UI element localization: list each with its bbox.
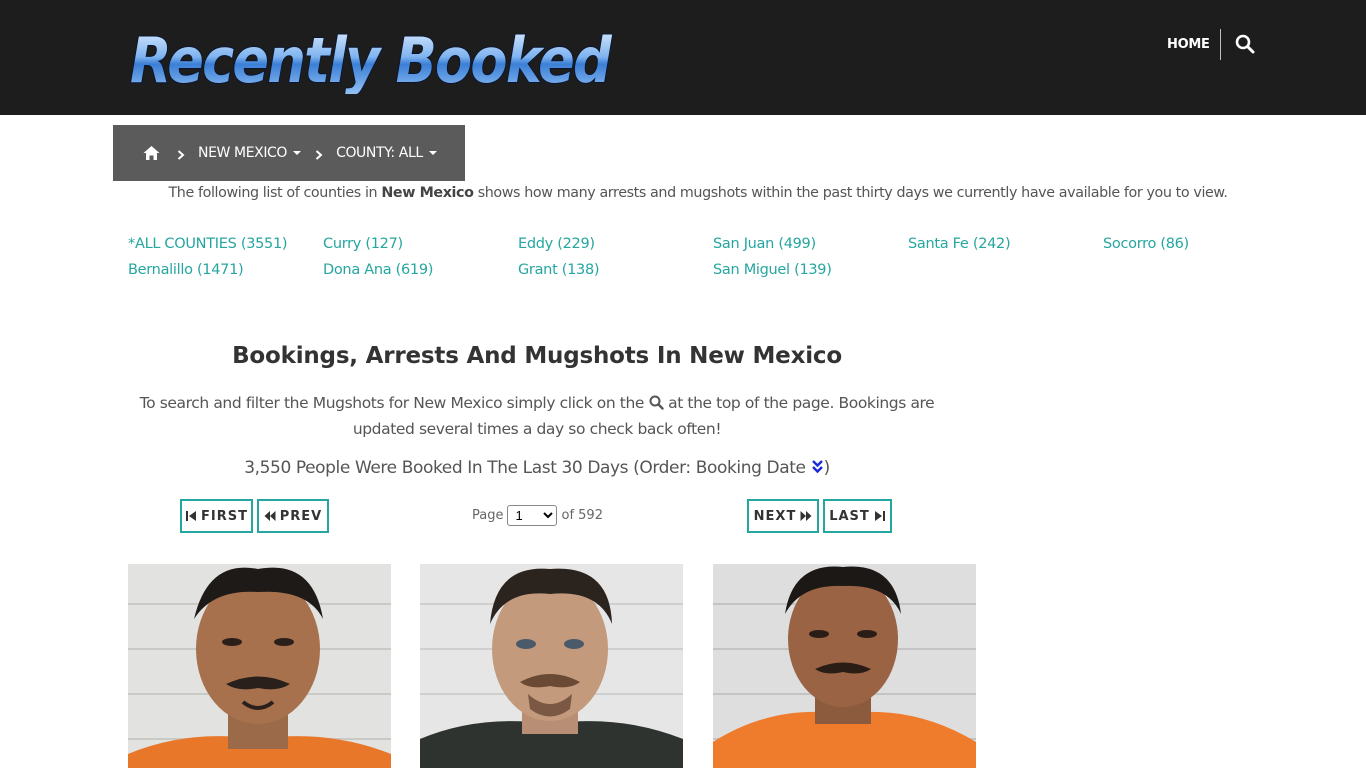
caret-down-icon [293, 151, 302, 155]
search-instructions: To search and filter the Mugshots for Ne… [128, 390, 946, 442]
caret-down-icon [428, 151, 437, 155]
mugshot-card[interactable] [128, 564, 391, 768]
county-link-eddy[interactable]: Eddy (229) [518, 236, 595, 252]
next-label: NEXT [753, 508, 797, 524]
county-link-santa-fe[interactable]: Santa Fe (242) [908, 236, 1011, 252]
search-icon[interactable] [649, 392, 664, 410]
page-total: of 592 [561, 508, 603, 523]
site-header: Recently Booked HOME [0, 0, 1366, 115]
desc-before: To search and filter the Mugshots for Ne… [139, 394, 649, 412]
nav-home-link[interactable]: HOME [1167, 37, 1210, 52]
breadcrumb-county-label: COUNTY: ALL [336, 145, 423, 161]
breadcrumb: NEW MEXICO COUNTY: ALL [113, 125, 465, 181]
county-link-all[interactable]: *ALL COUNTIES (3551) [128, 236, 288, 252]
mugshot-image [128, 564, 391, 768]
page-title: Bookings, Arrests And Mugshots In New Me… [232, 343, 842, 369]
breadcrumb-state-dropdown[interactable]: NEW MEXICO [198, 145, 302, 161]
intro-state: New Mexico [381, 185, 474, 201]
mugshot-image [713, 564, 976, 768]
double-chevron-down-icon[interactable] [811, 459, 824, 474]
last-label: LAST [829, 508, 870, 524]
breadcrumb-state-label: NEW MEXICO [198, 145, 288, 161]
chevron-right-icon [177, 148, 185, 160]
step-backward-icon [186, 511, 197, 521]
booking-count-close: ) [823, 458, 831, 478]
county-link-bernalillo[interactable]: Bernalillo (1471) [128, 262, 244, 278]
intro-prefix: The following list of counties in [168, 185, 382, 201]
county-link-grant[interactable]: Grant (138) [518, 262, 600, 278]
logo-text: Recently Booked [130, 24, 612, 94]
booking-count-text: 3,550 People Were Booked In The Last 30 … [244, 458, 811, 478]
intro-suffix: shows how many arrests and mugshots with… [473, 185, 1228, 201]
prev-label: PREV [279, 508, 323, 524]
page-label: Page [472, 508, 504, 523]
booking-count: 3,550 People Were Booked In The Last 30 … [128, 458, 946, 478]
page-selector: Page 1 of 592 [472, 505, 603, 526]
backward-icon [264, 511, 276, 521]
search-icon[interactable] [1235, 34, 1255, 54]
mugshot-card[interactable] [713, 564, 976, 768]
mugshot-card[interactable] [420, 564, 683, 768]
nav-divider [1220, 29, 1221, 60]
intro-text: The following list of counties in New Me… [113, 185, 1283, 201]
forward-icon [800, 511, 812, 521]
next-page-button[interactable]: NEXT [747, 499, 819, 533]
prev-page-button[interactable]: PREV [257, 499, 329, 533]
first-label: FIRST [201, 508, 248, 524]
chevron-right-icon [315, 148, 323, 160]
county-link-dona-ana[interactable]: Dona Ana (619) [323, 262, 433, 278]
county-link-curry[interactable]: Curry (127) [323, 236, 403, 252]
mugshot-image [420, 564, 683, 768]
step-forward-icon [874, 511, 885, 521]
breadcrumb-county-dropdown[interactable]: COUNTY: ALL [336, 145, 437, 161]
home-icon[interactable] [143, 145, 160, 161]
county-link-san-juan[interactable]: San Juan (499) [713, 236, 816, 252]
first-page-button[interactable]: FIRST [180, 499, 253, 533]
county-link-socorro[interactable]: Socorro (86) [1103, 236, 1189, 252]
site-logo[interactable]: Recently Booked [126, 18, 616, 98]
county-link-san-miguel[interactable]: San Miguel (139) [713, 262, 832, 278]
page-select[interactable]: 1 [507, 505, 558, 526]
last-page-button[interactable]: LAST [823, 499, 892, 533]
